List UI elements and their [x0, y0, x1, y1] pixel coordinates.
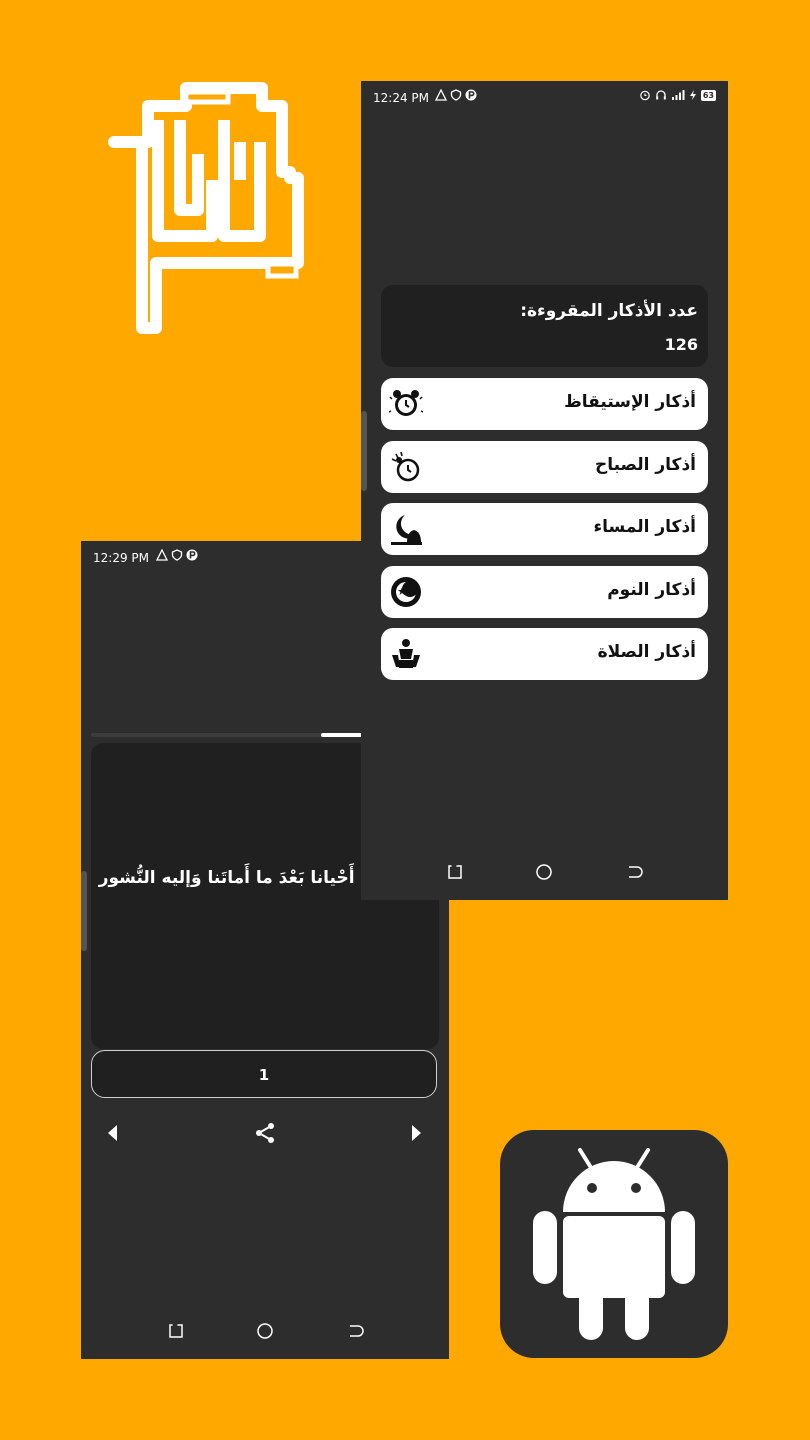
- p-app-icon: [186, 549, 198, 561]
- menu-item-label: أذكار المساء: [593, 517, 696, 537]
- navigation-bar: [361, 862, 728, 892]
- warning-icon: [435, 89, 447, 101]
- battery-indicator: 63: [700, 89, 716, 101]
- menu-item-label: أذكار النوم: [607, 580, 696, 600]
- alarm-status-icon: [640, 90, 650, 101]
- status-bar: 12:24 PM 63: [361, 81, 728, 115]
- menu-item-morning[interactable]: أذكار الصباح: [381, 441, 708, 493]
- counter-label: عدد الأذكار المقروءة:: [520, 301, 698, 321]
- status-time: 12:29 PM: [93, 551, 149, 565]
- navigation-bar: [81, 1321, 449, 1351]
- shield-icon: [450, 89, 462, 101]
- alarm-clock-icon: [389, 390, 423, 416]
- recent-apps-icon[interactable]: [445, 862, 465, 882]
- home-icon[interactable]: [255, 1321, 275, 1341]
- status-time: 12:24 PM: [373, 91, 429, 105]
- progress-fill: [321, 733, 362, 737]
- menu-item-prayer[interactable]: أذكار الصلاة: [381, 628, 708, 680]
- crescent-mosque-icon: [391, 515, 422, 545]
- menu-item-label: أذكار الإستيقاظ: [564, 392, 696, 412]
- home-icon[interactable]: [534, 862, 554, 882]
- menu-item-evening[interactable]: أذكار المساء: [381, 503, 708, 555]
- signal-icon: [671, 90, 685, 100]
- charging-icon: [689, 90, 696, 100]
- android-tile: [500, 1130, 728, 1358]
- menu-item-sleep[interactable]: أذكار النوم: [381, 566, 708, 618]
- back-icon[interactable]: [344, 1321, 364, 1341]
- counter-value: 126: [664, 335, 698, 354]
- back-icon[interactable]: [623, 862, 643, 882]
- app-logo: [100, 80, 320, 345]
- app-logo-icon: [108, 82, 304, 334]
- shield-icon: [171, 549, 183, 561]
- side-handle[interactable]: [81, 871, 87, 951]
- status-icons: [435, 89, 477, 101]
- status-right-icons: 63: [639, 89, 716, 101]
- next-arrow-icon[interactable]: [404, 1121, 428, 1145]
- side-handle[interactable]: [361, 411, 367, 491]
- share-icon[interactable]: [253, 1121, 277, 1145]
- home-screen: 12:24 PM 63 عدد الأذكار المقروءة: 126 أذ…: [361, 81, 728, 900]
- menu-item-label: أذكار الصلاة: [597, 642, 696, 662]
- headphones-icon: [656, 90, 666, 100]
- morning-clock-icon: [391, 451, 420, 482]
- praying-person-icon: [392, 639, 420, 668]
- menu-item-waking[interactable]: أذكار الإستيقاظ: [381, 378, 708, 430]
- status-icons: [156, 549, 198, 561]
- moon-star-icon: [391, 577, 421, 607]
- recent-apps-icon[interactable]: [166, 1321, 186, 1341]
- menu-item-label: أذكار الصباح: [594, 455, 696, 475]
- warning-icon: [156, 549, 168, 561]
- p-app-icon: [465, 89, 477, 101]
- battery-level: 63: [702, 90, 714, 100]
- read-counter-card: عدد الأذكار المقروءة: 126: [381, 285, 708, 367]
- count-button[interactable]: 1: [91, 1050, 437, 1098]
- android-icon: [533, 1148, 695, 1340]
- previous-arrow-icon[interactable]: [101, 1121, 125, 1145]
